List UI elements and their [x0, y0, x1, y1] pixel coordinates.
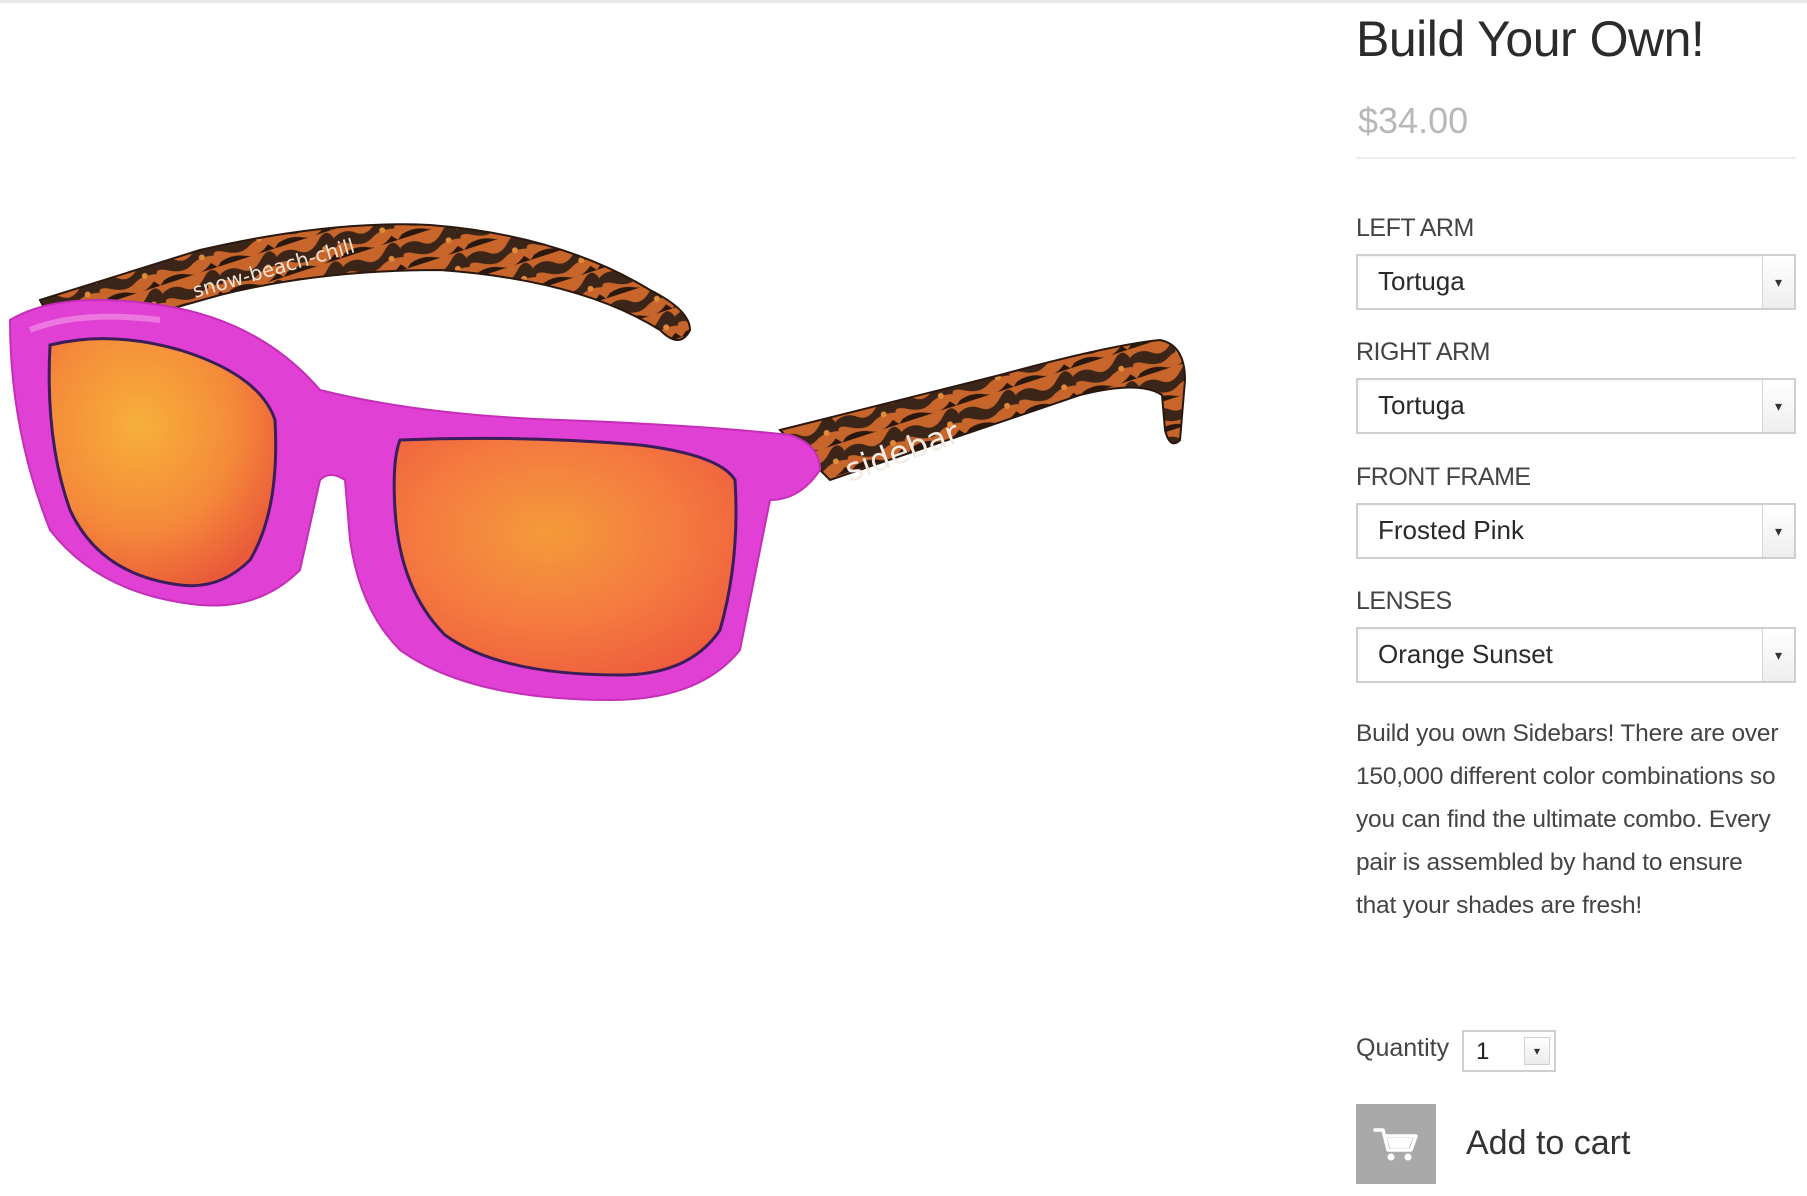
front-frame-select[interactable]: Frosted Pink ▾ [1356, 503, 1796, 559]
right-arm-label: RIGHT ARM [1356, 338, 1490, 366]
left-arm-value: Tortuga [1378, 266, 1465, 296]
left-arm-select[interactable]: Tortuga ▾ [1356, 254, 1796, 310]
cart-icon [1373, 1128, 1418, 1161]
right-arm-value: Tortuga [1378, 390, 1465, 420]
lenses-value: Orange Sunset [1378, 639, 1553, 669]
left-arm-label: LEFT ARM [1356, 214, 1474, 242]
product-description: Build you own Sidebars! There are over 1… [1356, 720, 1779, 919]
quantity-value: 1 [1476, 1038, 1490, 1065]
chevron-down-icon[interactable]: ▾ [1762, 505, 1794, 557]
add-to-cart-label[interactable]: Add to cart [1466, 1124, 1630, 1163]
price-divider [1356, 157, 1796, 159]
lenses-label: LENSES [1356, 587, 1452, 615]
chevron-down-icon[interactable]: ▾ [1762, 629, 1794, 681]
product-image: snow-beach-chill sidebar [0, 180, 1200, 820]
add-to-cart-button[interactable] [1356, 1104, 1436, 1184]
quantity-select[interactable]: 1 ▾ [1462, 1030, 1556, 1072]
chevron-down-icon[interactable]: ▾ [1762, 256, 1794, 308]
quantity-label: Quantity [1356, 1034, 1450, 1062]
chevron-down-icon[interactable]: ▾ [1762, 380, 1794, 432]
chevron-down-icon[interactable]: ▾ [1524, 1037, 1550, 1065]
product-details-panel: Build Your Own! $34.00 LEFT ARM Tortuga … [1356, 0, 1796, 1196]
product-title: Build Your Own! [1356, 11, 1705, 67]
front-frame-value: Frosted Pink [1378, 515, 1524, 545]
product-price: $34.00 [1358, 100, 1469, 141]
sunglasses-illustration: snow-beach-chill sidebar [8, 223, 1187, 702]
right-arm-select[interactable]: Tortuga ▾ [1356, 378, 1796, 434]
lenses-select[interactable]: Orange Sunset ▾ [1356, 627, 1796, 683]
front-frame-label: FRONT FRAME [1356, 463, 1531, 491]
